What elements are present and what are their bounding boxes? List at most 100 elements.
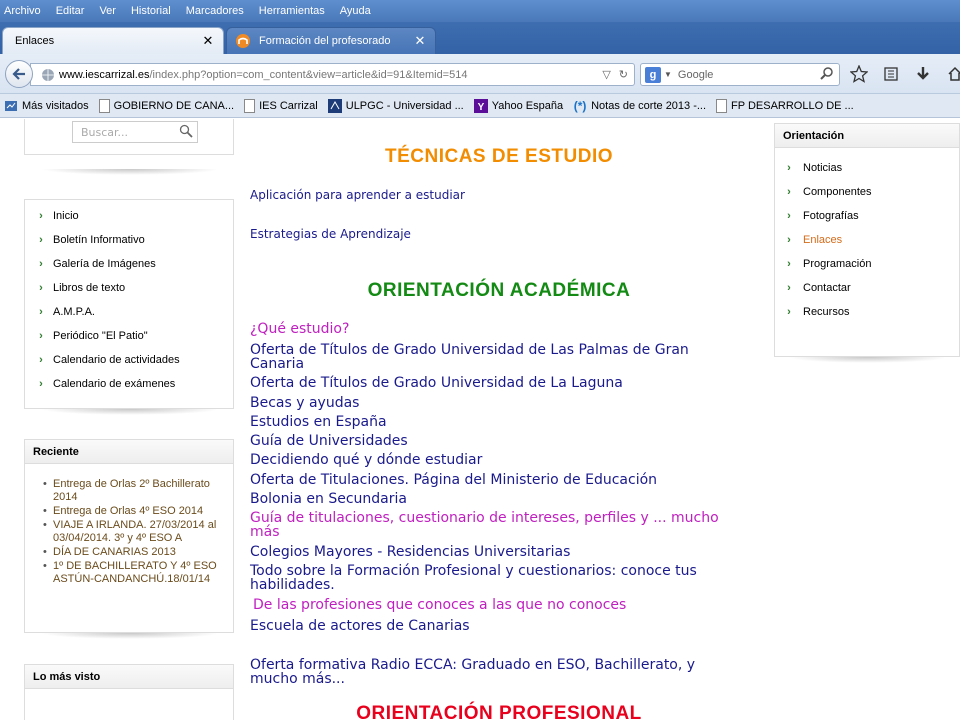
right-item-label: Contactar (803, 282, 851, 294)
link-guia-titulaciones[interactable]: Guía de titulaciones, cuestionario de in… (250, 511, 730, 539)
sidebar-search-input[interactable]: Buscar... (72, 121, 198, 143)
svg-text:Y: Y (477, 102, 484, 113)
link-escuela-actores[interactable]: Escuela de actores de Canarias (250, 619, 730, 633)
right-item-label: Noticias (803, 162, 843, 174)
search-icon[interactable] (179, 124, 193, 141)
right-item-programacion[interactable]: › Programación (775, 252, 959, 276)
menu-historial[interactable]: Historial (131, 5, 171, 17)
tab-bar: Enlaces ✕ Formación del profesorado ✕ + (0, 22, 960, 73)
right-item-label: Programación (803, 258, 872, 270)
back-button[interactable] (5, 60, 33, 88)
right-item-recursos[interactable]: › Recursos (775, 300, 959, 324)
link-decidiendo[interactable]: Decidiendo qué y dónde estudiar (250, 453, 730, 467)
bookmark-fp-desarrollo[interactable]: FP DESARROLLO DE ... (716, 98, 854, 113)
right-item-enlaces[interactable]: › Enlaces (775, 228, 959, 252)
menu-herramientas[interactable]: Herramientas (259, 5, 325, 17)
link-guia-universidades[interactable]: Guía de Universidades (250, 434, 730, 448)
recent-item[interactable]: DÍA DE CANARIAS 2013 (43, 546, 225, 559)
link-bolonia[interactable]: Bolonia en Secundaria (250, 492, 730, 506)
link-ull-grados[interactable]: Oferta de Títulos de Grado Universidad d… (250, 376, 730, 390)
divider (40, 169, 220, 175)
bookmark-notas-de-corte[interactable]: (*) Notas de corte 2013 -... (573, 99, 706, 113)
recent-module: Reciente Entrega de Orlas 2º Bachillerat… (24, 439, 234, 633)
url-path: /index.php?option=com_content&view=artic… (149, 68, 468, 81)
bookmark-label: ULPGC - Universidad ... (345, 99, 464, 112)
menu-ayuda[interactable]: Ayuda (340, 5, 371, 17)
sidebar-item-label: Boletín Informativo (53, 234, 145, 246)
link-becas[interactable]: Becas y ayudas (250, 396, 730, 410)
download-icon[interactable] (912, 63, 934, 85)
bookmark-label: IES Carrizal (259, 99, 318, 112)
sidebar-item-inicio[interactable]: › Inicio (25, 204, 233, 228)
bookmark-ies-carrizal[interactable]: IES Carrizal (244, 98, 318, 113)
bookmark-mas-visitados[interactable]: Más visitados (4, 99, 89, 113)
page-icon (716, 98, 728, 113)
tab-label: Formación del profesorado (259, 35, 391, 47)
link-que-estudio[interactable]: ¿Qué estudio? (250, 322, 730, 336)
recent-item[interactable]: VIAJE A IRLANDA. 27/03/2014 al 03/04/201… (43, 519, 225, 545)
sidebar-item-boletin[interactable]: › Boletín Informativo (25, 228, 233, 252)
sidebar-item-ampa[interactable]: › A.M.P.A. (25, 300, 233, 324)
orientacion-academica-heading: ORIENTACIÓN ACADÉMICA (367, 280, 631, 301)
link-colegios-mayores[interactable]: Colegios Mayores - Residencias Universit… (250, 545, 730, 559)
sidebar-search-module: Buscar... (24, 119, 234, 155)
divider (40, 409, 220, 415)
yahoo-icon: Y (473, 98, 488, 113)
tab-label: Enlaces (15, 35, 55, 47)
reload-icon[interactable]: ↻ (619, 68, 628, 81)
recent-item[interactable]: Entrega de Orlas 2º Bachillerato 2014 (43, 478, 225, 504)
link-radio-ecca[interactable]: Oferta formativa Radio ECCA: Graduado en… (250, 658, 730, 686)
right-item-componentes[interactable]: › Componentes (775, 180, 959, 204)
link-formacion-profesional[interactable]: Todo sobre la Formación Profesional y cu… (250, 564, 730, 592)
right-item-label: Recursos (803, 306, 850, 318)
link-ulpgc-grados[interactable]: Oferta de Títulos de Grado Universidad d… (250, 343, 730, 371)
back-arrow-icon (12, 68, 25, 80)
magnifier-icon[interactable] (820, 66, 834, 83)
link-titulaciones-ministerio[interactable]: Oferta de Titulaciones. Página del Minis… (250, 473, 730, 487)
tecnicas-heading: TÉCNICAS DE ESTUDIO (384, 146, 614, 167)
sidebar-item-label: A.M.P.A. (53, 306, 95, 318)
right-item-noticias[interactable]: › Noticias (775, 156, 959, 180)
search-bar[interactable]: g ▼ Google (640, 63, 840, 86)
orientacion-profesional-heading: ORIENTACIÓN PROFESIONAL (356, 703, 642, 720)
star-icon[interactable] (848, 63, 870, 85)
link-aplicacion-estudiar[interactable]: Aplicación para aprender a estudiar (250, 188, 730, 202)
recent-item[interactable]: Entrega de Orlas 4º ESO 2014 (43, 505, 225, 518)
tab-formacion[interactable]: Formación del profesorado ✕ (226, 27, 436, 54)
orientacion-menu-title: Orientación (775, 124, 959, 148)
most-visited-icon (4, 99, 18, 113)
url-bar[interactable]: www.iescarrizal.es/index.php?option=com_… (30, 63, 635, 86)
sidebar-item-galeria[interactable]: › Galería de Imágenes (25, 252, 233, 276)
recent-item[interactable]: 1º DE BACHILLERATO Y 4º ESO ASTÚN-CANDAN… (43, 560, 225, 586)
link-estrategias[interactable]: Estrategias de Aprendizaje (250, 227, 730, 241)
right-item-contactar[interactable]: › Contactar (775, 276, 959, 300)
right-item-fotografias[interactable]: › Fotografías (775, 204, 959, 228)
sidebar-item-calendario-actividades[interactable]: › Calendario de actividades (25, 348, 233, 372)
url-dropdown-icon[interactable]: ▽ (602, 68, 610, 81)
main-menu: › Inicio › Boletín Informativo › Galería de… (24, 199, 234, 409)
link-profesiones[interactable]: De las profesiones que conoces a las que… (253, 598, 733, 612)
sidebar-item-calendario-examenes[interactable]: › Calendario de exámenes (25, 372, 233, 396)
bookmark-label: Más visitados (22, 99, 89, 112)
home-icon[interactable] (944, 63, 960, 85)
menu-ver[interactable]: Ver (99, 5, 116, 17)
menu-archivo[interactable]: Archivo (4, 5, 41, 17)
tab-enlaces[interactable]: Enlaces ✕ (2, 27, 224, 54)
bookmark-yahoo[interactable]: Y Yahoo España (473, 98, 564, 113)
asterisk-icon: (*) (573, 98, 587, 113)
bookmark-label: Yahoo España (491, 99, 564, 112)
url-host: www.iescarrizal.es (59, 68, 150, 81)
link-estudios-espana[interactable]: Estudios en España (250, 415, 730, 429)
close-tab-icon[interactable]: ✕ (413, 33, 427, 49)
sidebar-item-periodico[interactable]: › Periódico "El Patio" (25, 324, 233, 348)
sidebar-item-libros[interactable]: › Libros de texto (25, 276, 233, 300)
close-tab-icon[interactable]: ✕ (201, 33, 215, 49)
google-icon: g (645, 66, 661, 83)
chevron-down-icon[interactable]: ▼ (664, 70, 672, 79)
menu-marcadores[interactable]: Marcadores (186, 5, 244, 17)
bookmarks-list-icon[interactable] (880, 63, 902, 85)
bookmark-gobierno[interactable]: GOBIERNO DE CANA... (98, 98, 234, 113)
ulpgc-icon (327, 98, 342, 113)
menu-editar[interactable]: Editar (56, 5, 85, 17)
bookmark-ulpgc[interactable]: ULPGC - Universidad ... (327, 98, 464, 113)
